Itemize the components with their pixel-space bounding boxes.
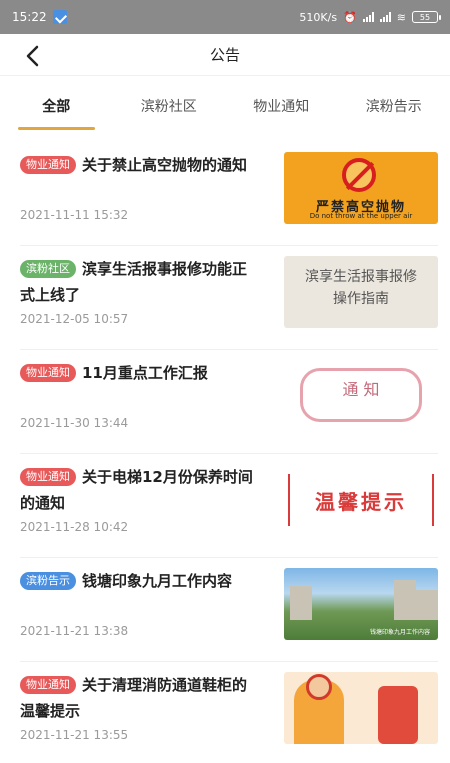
list-item[interactable]: 物业通知 关于电梯12月份保养时间的通知 2021-11-28 10:42 温馨提…	[20, 454, 438, 558]
list-item[interactable]: 物业通知 关于清理消防通道鞋柜的温馨提示 2021-11-21 13:55	[20, 662, 438, 763]
back-button[interactable]	[18, 42, 46, 70]
nav-bar: 公告	[0, 34, 450, 76]
item-thumbnail: 滨享生活报事报修 操作指南	[284, 256, 438, 328]
item-title: 物业通知 关于禁止高空抛物的通知	[20, 152, 260, 178]
app-notification-icon	[52, 10, 67, 24]
item-date: 2021-11-28 10:42	[20, 520, 129, 534]
notice-list: 物业通知 关于禁止高空抛物的通知 2021-11-11 15:32 严禁高空抛物 …	[0, 142, 450, 763]
chevron-left-icon	[26, 45, 39, 67]
item-title: 物业通知 关于电梯12月份保养时间的通知	[20, 468, 253, 512]
category-tag: 物业通知	[20, 156, 76, 174]
item-title: 滨粉社区 滨享生活报事报修功能正式上线了	[20, 260, 248, 304]
item-thumbnail: 通 知	[284, 360, 438, 432]
category-tabs: 全部 滨粉社区 物业通知 滨粉告示	[0, 84, 450, 132]
category-tag: 物业通知	[20, 676, 76, 694]
list-item[interactable]: 滨粉社区 滨享生活报事报修功能正式上线了 2021-12-05 10:57 滨享生…	[20, 246, 438, 350]
item-thumbnail: 温馨提示	[284, 464, 438, 536]
network-speed: 510K/s	[299, 10, 338, 24]
status-time: 15:22	[12, 10, 47, 24]
tab-community[interactable]: 滨粉社区	[113, 84, 226, 132]
list-item[interactable]: 滨粉告示 钱塘印象九月工作内容 2021-11-21 13:38 钱塘印象九月工作…	[20, 558, 438, 662]
item-thumbnail: 严禁高空抛物 Do not throw at the upper air	[284, 152, 438, 224]
tab-property-notice[interactable]: 物业通知	[225, 84, 338, 132]
item-title: 物业通知 11月重点工作汇报	[20, 360, 260, 386]
list-item[interactable]: 物业通知 关于禁止高空抛物的通知 2021-11-11 15:32 严禁高空抛物 …	[20, 142, 438, 246]
category-tag: 物业通知	[20, 364, 76, 382]
category-tag: 滨粉社区	[20, 260, 76, 278]
category-tag: 滨粉告示	[20, 572, 76, 590]
alarm-icon: ⏰	[343, 10, 357, 24]
wifi-icon: ≋	[396, 10, 406, 24]
signal-icon-2	[379, 12, 391, 22]
list-item[interactable]: 物业通知 11月重点工作汇报 2021-11-30 13:44 通 知	[20, 350, 438, 454]
item-date: 2021-11-21 13:55	[20, 728, 129, 742]
item-date: 2021-12-05 10:57	[20, 312, 129, 326]
signal-icon	[362, 12, 374, 22]
item-date: 2021-11-11 15:32	[20, 208, 129, 222]
item-thumbnail	[284, 672, 438, 744]
tab-all[interactable]: 全部	[0, 84, 113, 132]
category-tag: 物业通知	[20, 468, 76, 486]
item-thumbnail: 钱塘印象九月工作内容	[284, 568, 438, 640]
no-throwing-icon	[342, 158, 376, 192]
item-title: 滨粉告示 钱塘印象九月工作内容	[20, 568, 260, 594]
fire-extinguisher-icon	[378, 686, 418, 744]
item-date: 2021-11-30 13:44	[20, 416, 129, 430]
tab-announcement[interactable]: 滨粉告示	[338, 84, 450, 132]
item-title: 物业通知 关于清理消防通道鞋柜的温馨提示	[20, 676, 248, 720]
status-bar: 15:22 510K/s ⏰ ≋ 55	[0, 0, 450, 34]
battery-icon: 55	[412, 11, 441, 23]
battery-level: 55	[419, 12, 431, 22]
page-title: 公告	[209, 46, 240, 64]
item-date: 2021-11-21 13:38	[20, 624, 129, 638]
